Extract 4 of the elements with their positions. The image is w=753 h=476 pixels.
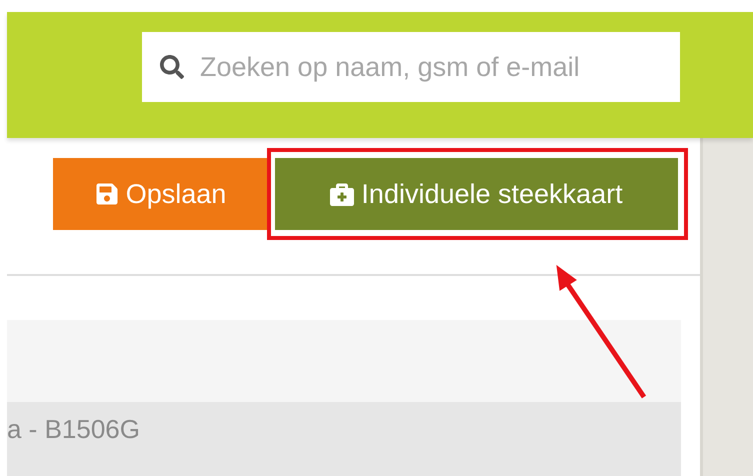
record-card-button[interactable]: Individuele steekkaart: [275, 158, 678, 230]
search-field[interactable]: Zoeken op naam, gsm of e-mail: [142, 32, 680, 102]
record-title: a - B1506G: [7, 414, 140, 444]
save-button[interactable]: Opslaan: [53, 158, 268, 230]
